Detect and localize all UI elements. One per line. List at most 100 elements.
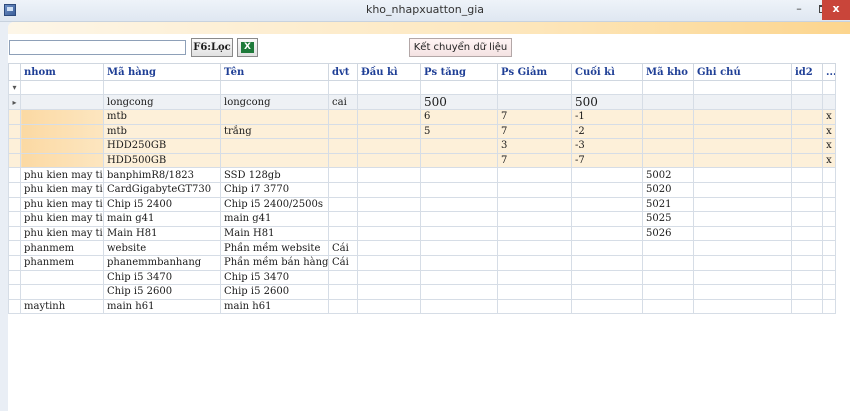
cell-dvt[interactable] bbox=[328, 211, 358, 227]
row-selector[interactable] bbox=[8, 109, 21, 125]
cell-ma-kho[interactable] bbox=[642, 298, 694, 315]
cell-ten[interactable]: Chip i5 3470 bbox=[220, 269, 329, 286]
row-selector[interactable] bbox=[8, 196, 21, 213]
cell-ghi-chu[interactable] bbox=[693, 225, 792, 242]
cell-more[interactable] bbox=[822, 269, 836, 286]
filter-cell[interactable] bbox=[220, 80, 329, 95]
transfer-data-button[interactable]: Kết chuyển dữ liệu bbox=[409, 38, 512, 57]
cell-ps-giam[interactable]: 7 bbox=[497, 109, 572, 125]
cell-dvt[interactable] bbox=[328, 138, 358, 154]
cell-id2[interactable] bbox=[791, 269, 823, 286]
cell-dvt[interactable] bbox=[328, 123, 358, 140]
filter-cell[interactable] bbox=[571, 80, 643, 95]
cell-dvt[interactable] bbox=[328, 284, 358, 300]
table-row[interactable]: maytinh main h61 main h61 bbox=[8, 298, 836, 315]
row-selector[interactable] bbox=[8, 254, 21, 271]
cell-ma-hang[interactable]: mtb bbox=[103, 123, 221, 140]
filter-button[interactable]: F6:Lọc bbox=[191, 38, 233, 57]
cell-dau-ki[interactable] bbox=[357, 240, 421, 256]
table-row[interactable]: mtb 6 7 -1 x bbox=[8, 109, 836, 125]
cell-nhom[interactable] bbox=[20, 94, 104, 110]
cell-id2[interactable] bbox=[791, 152, 823, 169]
cell-ma-hang[interactable]: HDD500GB bbox=[103, 152, 221, 169]
column-header-more[interactable]: ... bbox=[822, 63, 836, 81]
cell-dau-ki[interactable] bbox=[357, 284, 421, 300]
row-selector[interactable] bbox=[8, 269, 21, 286]
cell-ma-hang[interactable]: CardGigabyteGT730 bbox=[103, 181, 221, 198]
cell-ten[interactable]: Chip i5 2400/2500s bbox=[220, 196, 329, 213]
cell-more[interactable]: x bbox=[822, 138, 836, 154]
cell-dvt[interactable] bbox=[328, 181, 358, 198]
table-row[interactable]: ▸ longcong longcong cai 500 500 bbox=[8, 94, 836, 110]
cell-ma-kho[interactable] bbox=[642, 109, 694, 125]
cell-cuoi-ki[interactable] bbox=[571, 196, 643, 213]
filter-cell[interactable] bbox=[420, 80, 498, 95]
filter-cell[interactable] bbox=[642, 80, 694, 95]
export-excel-button[interactable]: X bbox=[237, 38, 258, 57]
cell-ps-tang[interactable]: 500 bbox=[420, 94, 498, 110]
cell-nhom[interactable]: phu kien may tinh bbox=[20, 225, 104, 242]
cell-more[interactable]: x bbox=[822, 152, 836, 169]
cell-ghi-chu[interactable] bbox=[693, 269, 792, 286]
close-button[interactable]: x bbox=[822, 0, 850, 20]
cell-nhom[interactable]: phu kien may tinh bbox=[20, 211, 104, 227]
cell-dvt[interactable] bbox=[328, 269, 358, 286]
cell-ma-kho[interactable] bbox=[642, 152, 694, 169]
cell-dau-ki[interactable] bbox=[357, 181, 421, 198]
table-row[interactable]: phu kien may tinhChip i5 2400Chip i5 240… bbox=[8, 196, 836, 213]
cell-ma-hang[interactable]: website bbox=[103, 240, 221, 256]
column-header-ghi-chu[interactable]: Ghi chú bbox=[693, 63, 792, 81]
cell-dau-ki[interactable] bbox=[357, 152, 421, 169]
cell-ghi-chu[interactable] bbox=[693, 167, 792, 183]
cell-ma-kho[interactable] bbox=[642, 269, 694, 286]
cell-cuoi-ki[interactable]: -2 bbox=[571, 123, 643, 140]
cell-ps-tang[interactable] bbox=[420, 181, 498, 198]
cell-ps-tang[interactable] bbox=[420, 152, 498, 169]
cell-ma-kho[interactable]: 5026 bbox=[642, 225, 694, 242]
column-header-ma-hang[interactable]: Mã hàng bbox=[103, 63, 221, 81]
cell-cuoi-ki[interactable] bbox=[571, 298, 643, 315]
cell-dau-ki[interactable] bbox=[357, 109, 421, 125]
cell-id2[interactable] bbox=[791, 225, 823, 242]
cell-id2[interactable] bbox=[791, 284, 823, 300]
cell-ps-giam[interactable] bbox=[497, 240, 572, 256]
cell-ghi-chu[interactable] bbox=[693, 284, 792, 300]
cell-cuoi-ki[interactable] bbox=[571, 211, 643, 227]
cell-ma-hang[interactable]: main h61 bbox=[103, 298, 221, 315]
row-selector[interactable] bbox=[8, 284, 21, 300]
cell-ten[interactable]: main h61 bbox=[220, 298, 329, 315]
table-row[interactable]: HDD250GB 3 -3 x bbox=[8, 138, 836, 154]
cell-ten[interactable]: Phần mềm website bbox=[220, 240, 329, 256]
cell-dau-ki[interactable] bbox=[357, 211, 421, 227]
cell-dau-ki[interactable] bbox=[357, 298, 421, 315]
cell-more[interactable] bbox=[822, 225, 836, 242]
cell-ma-kho[interactable]: 5002 bbox=[642, 167, 694, 183]
cell-more[interactable] bbox=[822, 254, 836, 271]
row-selector[interactable] bbox=[8, 225, 21, 242]
cell-cuoi-ki[interactable]: -1 bbox=[571, 109, 643, 125]
cell-ten[interactable]: Main H81 bbox=[220, 225, 329, 242]
table-row[interactable]: phanmem phanemmbanhang Phần mềm bán hàng Cá… bbox=[8, 254, 836, 271]
cell-dvt[interactable] bbox=[328, 298, 358, 315]
cell-id2[interactable] bbox=[791, 109, 823, 125]
cell-dau-ki[interactable] bbox=[357, 167, 421, 183]
cell-nhom[interactable] bbox=[20, 123, 104, 140]
cell-ps-giam[interactable]: 3 bbox=[497, 138, 572, 154]
cell-nhom[interactable]: phanmem bbox=[20, 254, 104, 271]
cell-ten[interactable]: longcong bbox=[220, 94, 329, 110]
cell-id2[interactable] bbox=[791, 196, 823, 213]
row-selector[interactable] bbox=[8, 298, 21, 315]
cell-ten[interactable]: SSD 128gb bbox=[220, 167, 329, 183]
cell-ma-hang[interactable]: main g41 bbox=[103, 211, 221, 227]
cell-cuoi-ki[interactable] bbox=[571, 269, 643, 286]
cell-ghi-chu[interactable] bbox=[693, 94, 792, 110]
cell-ps-tang[interactable]: 5 bbox=[420, 123, 498, 140]
cell-dvt[interactable]: Cái bbox=[328, 240, 358, 256]
table-row[interactable]: phu kien may tinhCardGigabyteGT730Chip i… bbox=[8, 181, 836, 198]
cell-dvt[interactable] bbox=[328, 196, 358, 213]
cell-more[interactable] bbox=[822, 211, 836, 227]
cell-id2[interactable] bbox=[791, 181, 823, 198]
table-row[interactable]: HDD500GB 7 -7 x bbox=[8, 152, 836, 169]
cell-dau-ki[interactable] bbox=[357, 254, 421, 271]
cell-more[interactable] bbox=[822, 298, 836, 315]
